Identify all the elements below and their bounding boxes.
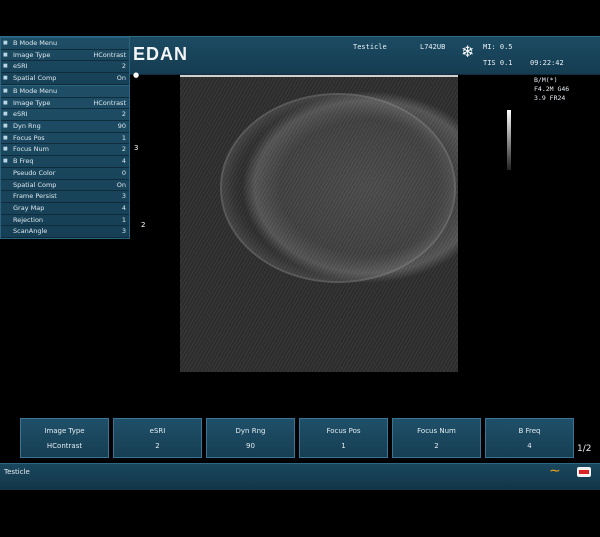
menu-bullet-icon: ■	[3, 134, 8, 141]
softkey-dyn-rng[interactable]: Dyn Rng 90	[206, 418, 295, 458]
thermal-index: TIS 0.1	[483, 59, 513, 67]
param-line-1: B/M(*)	[534, 76, 558, 84]
menu-bullet-icon: ■	[3, 63, 8, 70]
menu-row[interactable]: ■ Dyn Rng 90	[1, 121, 129, 133]
mechanical-index: MI: 0.5	[483, 43, 513, 51]
menu-bullet-icon: ■	[3, 40, 8, 46]
menu-row[interactable]: ■ Spatial Comp On	[1, 73, 129, 85]
menu-bullet-icon: ■	[3, 146, 8, 153]
softkey-image-type[interactable]: Image Type HContrast	[20, 418, 109, 458]
menu-bullet-icon: ■	[3, 111, 8, 118]
menu-bullet-icon: ■	[3, 158, 8, 165]
menu-row[interactable]: ■ eSRI 2	[1, 109, 129, 122]
param-line-3: 3.9 FR24	[534, 94, 566, 102]
softkey-b-freq[interactable]: B Freq 4	[485, 418, 574, 458]
freeze-snowflake-icon[interactable]: ❄	[461, 42, 474, 61]
menu-row[interactable]: Pseudo Color 0	[1, 168, 129, 180]
probe-name: L742UB	[420, 43, 446, 51]
menu-row[interactable]: Rejection 1	[1, 215, 129, 227]
status-bar	[0, 463, 600, 490]
signal-wave-icon: ∼	[549, 463, 561, 479]
menu-row[interactable]: ■ B Mode Menu	[1, 38, 129, 50]
gray-scale-bar	[507, 110, 511, 170]
menu-row[interactable]: ■ Focus Pos 1	[1, 133, 129, 145]
depth-marker-1: 3	[134, 144, 139, 152]
menu-row[interactable]: ■ B Mode Menu	[1, 86, 129, 98]
menu-bullet-icon: ■	[3, 51, 8, 58]
probe-orientation-marker-icon: ●	[133, 71, 140, 79]
testicle-outline	[220, 93, 456, 283]
menu-bullet-icon: ■	[3, 123, 8, 130]
menu-row[interactable]: ScanAngle 3	[1, 226, 129, 238]
menu-row[interactable]: Gray Map 4	[1, 203, 129, 215]
softkey-esri[interactable]: eSRI 2	[113, 418, 202, 458]
param-line-2: F4.2M G46	[534, 85, 570, 93]
menu-row[interactable]: Frame Persist 3	[1, 191, 129, 203]
menu-row[interactable]: ■ eSRI 2	[1, 61, 129, 74]
menu-bullet-icon: ■	[3, 88, 8, 94]
image-parameters: B/M(*) F4.2M G46 3.9 FR24	[534, 76, 569, 103]
brand-logo: EDAN	[133, 44, 189, 64]
menu-row[interactable]: ■ Focus Num 2	[1, 144, 129, 157]
page-indicator[interactable]: 1/2	[577, 444, 591, 454]
menu-bullet-icon: ■	[3, 99, 8, 106]
b-mode-menu: ■ B Mode Menu ■ Image Type HContrast ■ eSRI 2…	[0, 85, 130, 239]
menu-bullet-icon: ■	[3, 75, 8, 82]
clock-time: 09:22:42	[530, 59, 564, 67]
softkey-bar: Image Type HContrast eSRI 2 Dyn Rng 90 Focu…	[20, 418, 574, 458]
menu-row[interactable]: ■ B Freq 4	[1, 156, 129, 168]
exam-type: Testicle	[353, 43, 387, 51]
softkey-focus-num[interactable]: Focus Num 2	[392, 418, 481, 458]
menu-row[interactable]: Spatial Comp On	[1, 180, 129, 192]
device-status-icon	[577, 467, 591, 477]
depth-marker-2: 2	[141, 221, 146, 229]
menu-row[interactable]: ■ Image Type HContrast	[1, 50, 129, 62]
menu-row[interactable]: ■ Image Type HContrast	[1, 98, 129, 110]
b-mode-menu-top: ■ B Mode Menu ■ Image Type HContrast ■ eSRI 2…	[0, 37, 130, 86]
softkey-focus-pos[interactable]: Focus Pos 1	[299, 418, 388, 458]
status-exam-label: Testicle	[4, 468, 30, 476]
ultrasound-image[interactable]	[180, 75, 458, 372]
